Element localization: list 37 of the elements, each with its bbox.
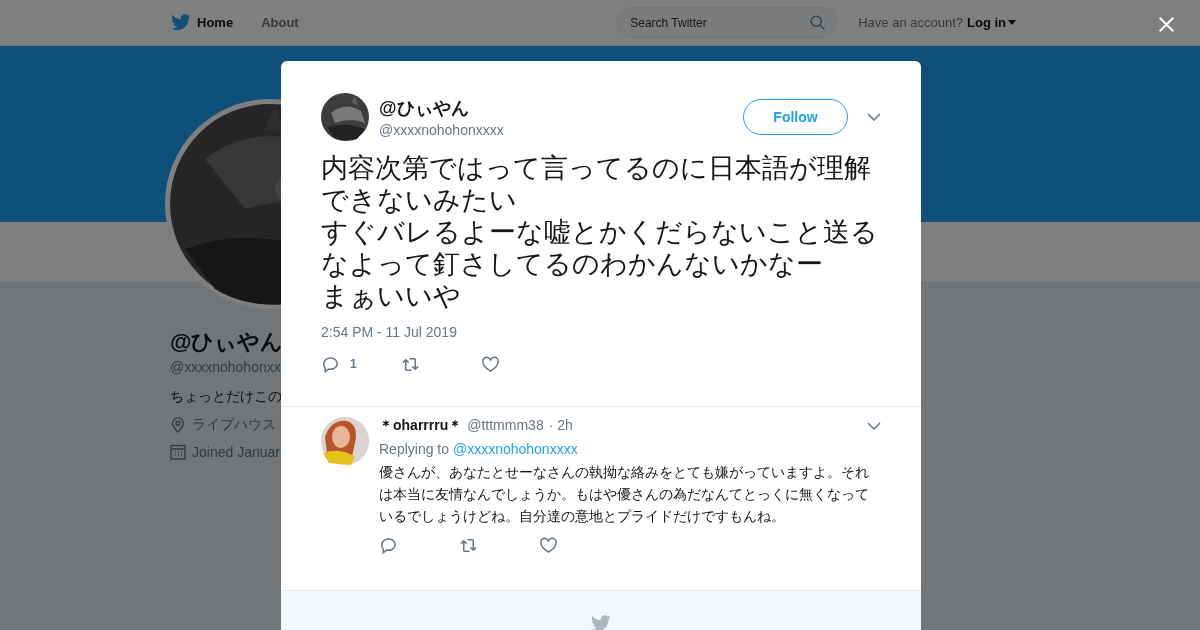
bird-logo-icon	[171, 14, 191, 31]
profile-name: @ひぃやん	[170, 328, 284, 356]
chevron-down-icon[interactable]	[867, 113, 881, 121]
nav-link[interactable]: Home	[197, 15, 234, 30]
reply-author-name[interactable]: ＊oharrrru＊	[379, 417, 463, 435]
profile-handle: @xxxxnohohonxx	[170, 359, 281, 375]
tweet-timestamp[interactable]: 2:54 PM - 11 Jul 2019	[321, 324, 881, 340]
author-handle[interactable]: @xxxxnohohonxxxx	[379, 122, 743, 138]
bird-icon	[591, 614, 611, 630]
tweet-text-line: 内容次第ではって言ってるのに日本語が理解できないみたい	[321, 152, 872, 216]
chevron-down-icon[interactable]	[867, 422, 881, 430]
reply-icon[interactable]	[321, 354, 340, 374]
reply-age[interactable]: · 2h	[548, 417, 573, 433]
calendar-icon	[170, 444, 186, 460]
location-pin-icon	[170, 417, 186, 433]
reply-text: 優さんが、あなたとせーなさんの執拗な絡みをとても嫌がっていますよ。それは本当に友情なんでしょうか。もはや優さんの為だなんてとっくに無くなっているでしょうけどね。自分達の意地とプライドだけですもんね。	[379, 463, 870, 526]
profile-location: ライブハウス	[192, 416, 276, 434]
author-name[interactable]: @ひぃやん	[379, 96, 743, 120]
replying-label: Replying to	[379, 441, 450, 457]
login-link[interactable]: Log in	[967, 15, 1006, 30]
tweet-text-line: すぐバレるよーな嘘とかくだらないこと送るなよって釘さしてるのわかんないかなー	[321, 216, 879, 280]
reply-count: 1	[350, 357, 357, 371]
nav-link[interactable]: About	[261, 15, 299, 30]
search-field[interactable]: Search Twitter	[617, 7, 838, 38]
reply-icon[interactable]	[379, 535, 398, 555]
follow-button[interactable]: Follow	[743, 99, 848, 135]
reply-author-handle[interactable]: @tttmmm38	[467, 417, 544, 433]
like-icon[interactable]	[539, 535, 558, 555]
tweet-text-line: まぁいいや	[321, 280, 462, 312]
mention-link[interactable]: @xxxxnohohonxxxx	[452, 441, 578, 457]
close-icon[interactable]	[1158, 16, 1175, 33]
profile-joined: Joined Januar	[192, 444, 280, 460]
profile-bio: ちょっとだけこの	[170, 388, 282, 406]
account-prompt: Have an account?	[858, 15, 963, 30]
caret-icon[interactable]	[1008, 20, 1016, 25]
like-icon[interactable]	[481, 354, 500, 374]
search-icon[interactable]	[809, 14, 827, 31]
